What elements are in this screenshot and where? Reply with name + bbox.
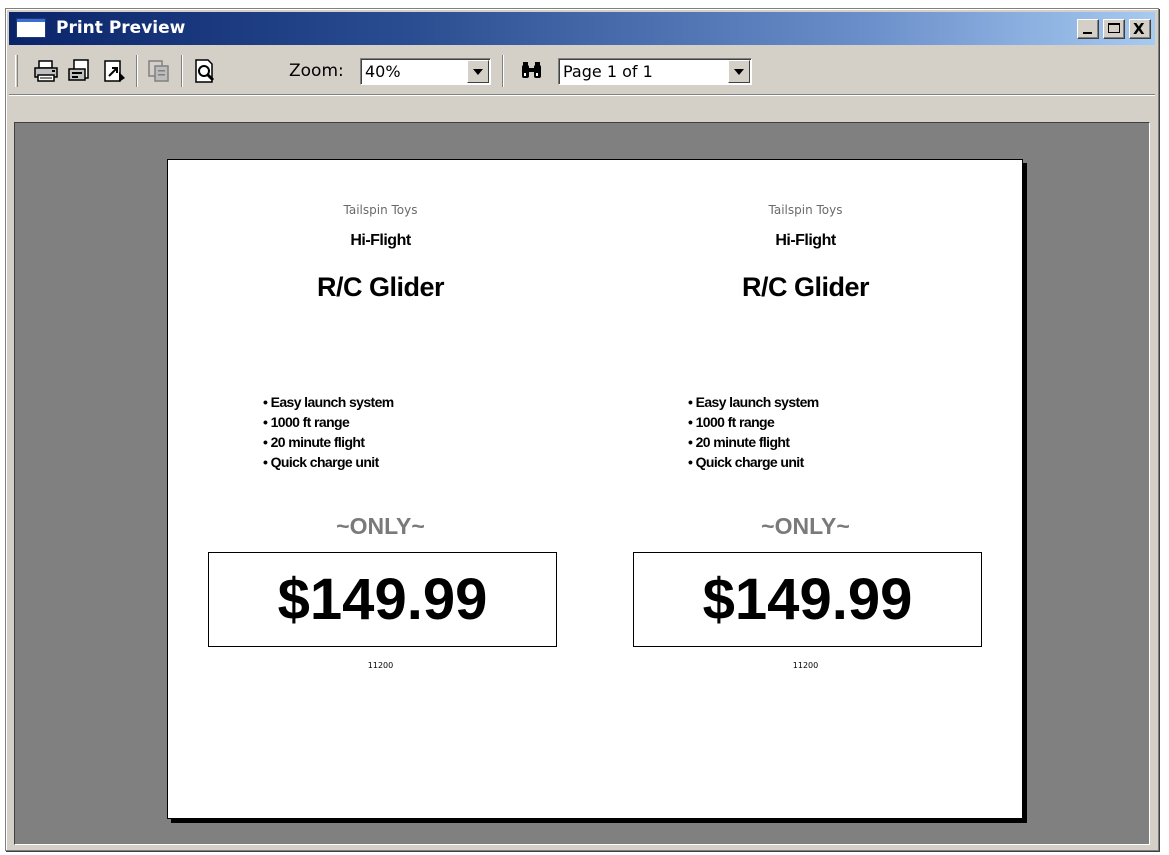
preview-icon (195, 59, 215, 83)
zoom-select[interactable]: 40% (360, 58, 491, 85)
price: $149.99 (277, 567, 488, 632)
chevron-down-icon (473, 69, 483, 75)
toolbar-separator (502, 55, 504, 87)
product-line: Hi-Flight (775, 232, 836, 249)
product-name: R/C Glider (741, 272, 870, 302)
preview-area[interactable]: Tailspin Toys Hi-Flight R/C Glider • Eas… (14, 122, 1150, 845)
feature-item: • Easy launch system (688, 394, 819, 410)
window-title: Print Preview (56, 18, 186, 38)
print-preview-window: Print Preview X Zoom: 40% Page 1 of 1 Ta… (5, 8, 1159, 851)
feature-item: • Easy launch system (263, 394, 394, 410)
toolbar-separator (136, 55, 138, 87)
maximize-button[interactable] (1103, 19, 1125, 39)
close-button[interactable]: X (1129, 19, 1151, 39)
feature-item: • 1000 ft range (688, 414, 775, 430)
find-button[interactable] (519, 58, 545, 84)
only-label: ~ONLY~ (336, 513, 425, 539)
feature-list: • Easy launch system • 1000 ft range • 2… (688, 392, 819, 472)
item-code: 11200 (367, 661, 394, 670)
only-label: ~ONLY~ (761, 513, 850, 539)
feature-item: • Quick charge unit (263, 454, 379, 470)
price-box: $149.99 (208, 552, 557, 647)
window-icon (16, 18, 46, 38)
maximize-icon (1108, 23, 1120, 33)
export-button[interactable] (101, 58, 127, 84)
toolbar: Zoom: 40% Page 1 of 1 (9, 49, 1155, 95)
preview-page: Tailspin Toys Hi-Flight R/C Glider • Eas… (167, 159, 1023, 819)
printer-icon (34, 60, 58, 82)
feature-item: • 20 minute flight (688, 434, 790, 450)
find-icon (522, 62, 541, 78)
page-value: Page 1 of 1 (563, 62, 653, 81)
minimize-icon (1083, 32, 1092, 34)
feature-item: • 1000 ft range (263, 414, 350, 430)
zoom-dropdown-button[interactable] (467, 60, 489, 83)
price-box: $149.99 (633, 552, 982, 647)
preview-button[interactable] (192, 58, 218, 84)
title-bar[interactable]: Print Preview X (9, 12, 1155, 45)
price: $149.99 (702, 567, 913, 632)
zoom-value: 40% (365, 62, 401, 81)
feature-list: • Easy launch system • 1000 ft range • 2… (263, 392, 394, 472)
page-select[interactable]: Page 1 of 1 (558, 58, 752, 85)
page-setup-icon (68, 59, 89, 81)
export-icon (104, 60, 125, 82)
minimize-button[interactable] (1077, 19, 1099, 39)
brand-name: Tailspin Toys (343, 203, 418, 217)
copy-icon (148, 60, 169, 82)
feature-item: • Quick charge unit (688, 454, 804, 470)
feature-item: • 20 minute flight (263, 434, 365, 450)
copy-button[interactable] (146, 58, 172, 84)
product-name: R/C Glider (316, 272, 445, 302)
close-icon: X (1133, 20, 1145, 38)
sign-card: Tailspin Toys Hi-Flight R/C Glider • Eas… (168, 160, 593, 818)
sign-card: Tailspin Toys Hi-Flight R/C Glider • Eas… (593, 160, 1018, 818)
zoom-label: Zoom: (289, 61, 344, 81)
chevron-down-icon (734, 69, 744, 75)
page-dropdown-button[interactable] (728, 60, 750, 83)
item-code: 11200 (792, 661, 819, 670)
toolbar-separator (181, 55, 183, 87)
print-button[interactable] (33, 58, 59, 84)
toolbar-grip[interactable] (15, 55, 18, 87)
brand-name: Tailspin Toys (768, 203, 843, 217)
product-line: Hi-Flight (350, 232, 411, 249)
page-setup-button[interactable] (67, 58, 93, 84)
